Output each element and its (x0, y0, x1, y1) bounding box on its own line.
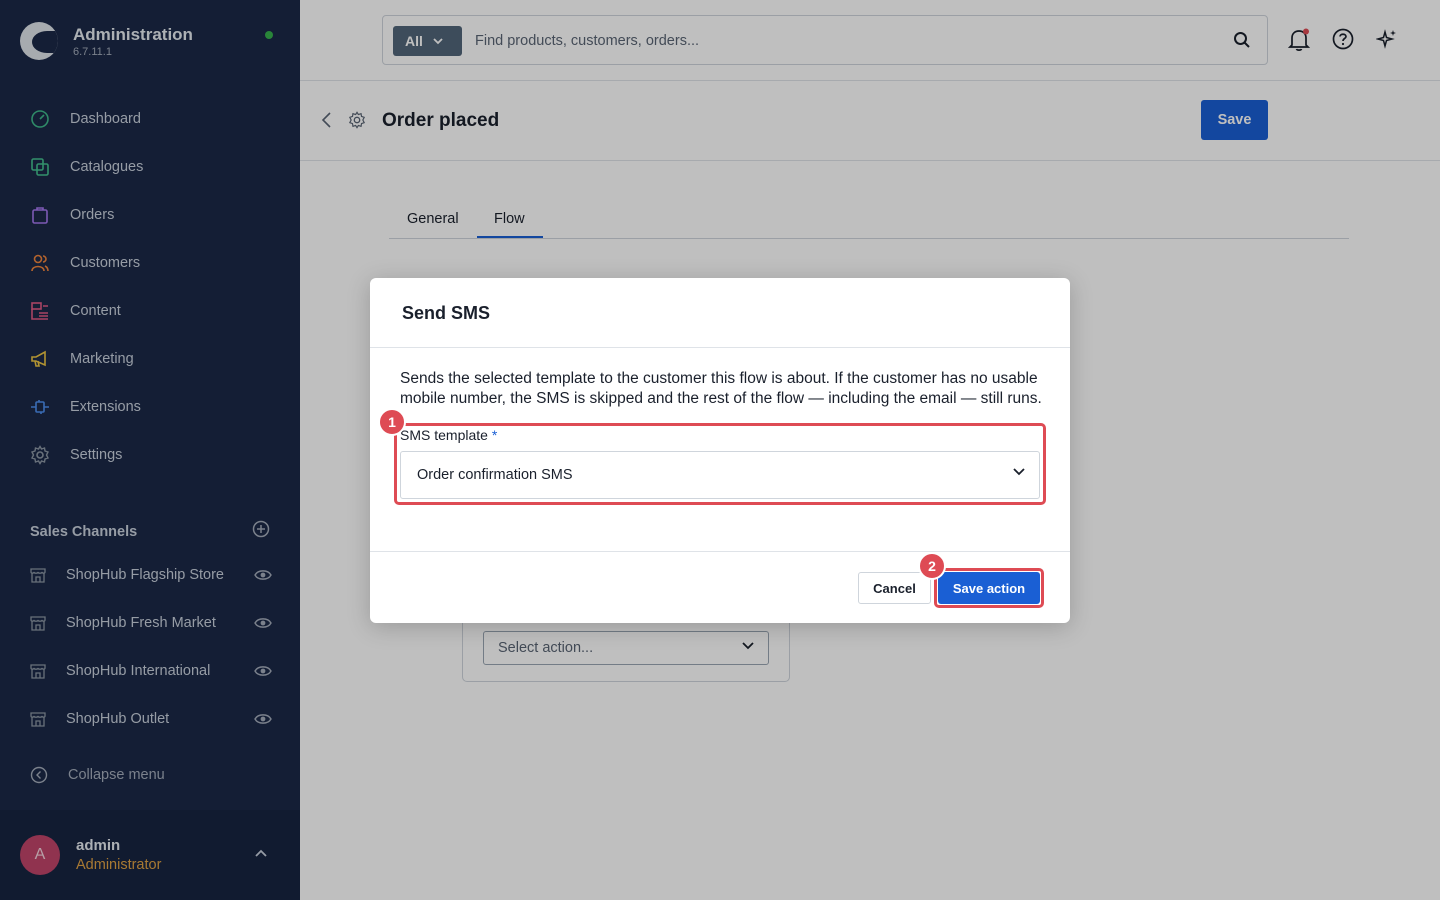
modal-description: Sends the selected template to the custo… (400, 370, 1042, 407)
step-1-badge: 1 (378, 408, 406, 436)
step-1-highlight (394, 423, 1046, 505)
step-2-badge: 2 (918, 552, 946, 580)
modal-header: Send SMS (370, 278, 1070, 348)
step-2-highlight (934, 568, 1044, 608)
modal-title: Send SMS (402, 303, 491, 323)
modal-footer-divider (370, 551, 1070, 552)
send-sms-modal: Send SMS Sends the selected template to … (370, 278, 1070, 623)
cancel-button[interactable]: Cancel (858, 572, 931, 604)
